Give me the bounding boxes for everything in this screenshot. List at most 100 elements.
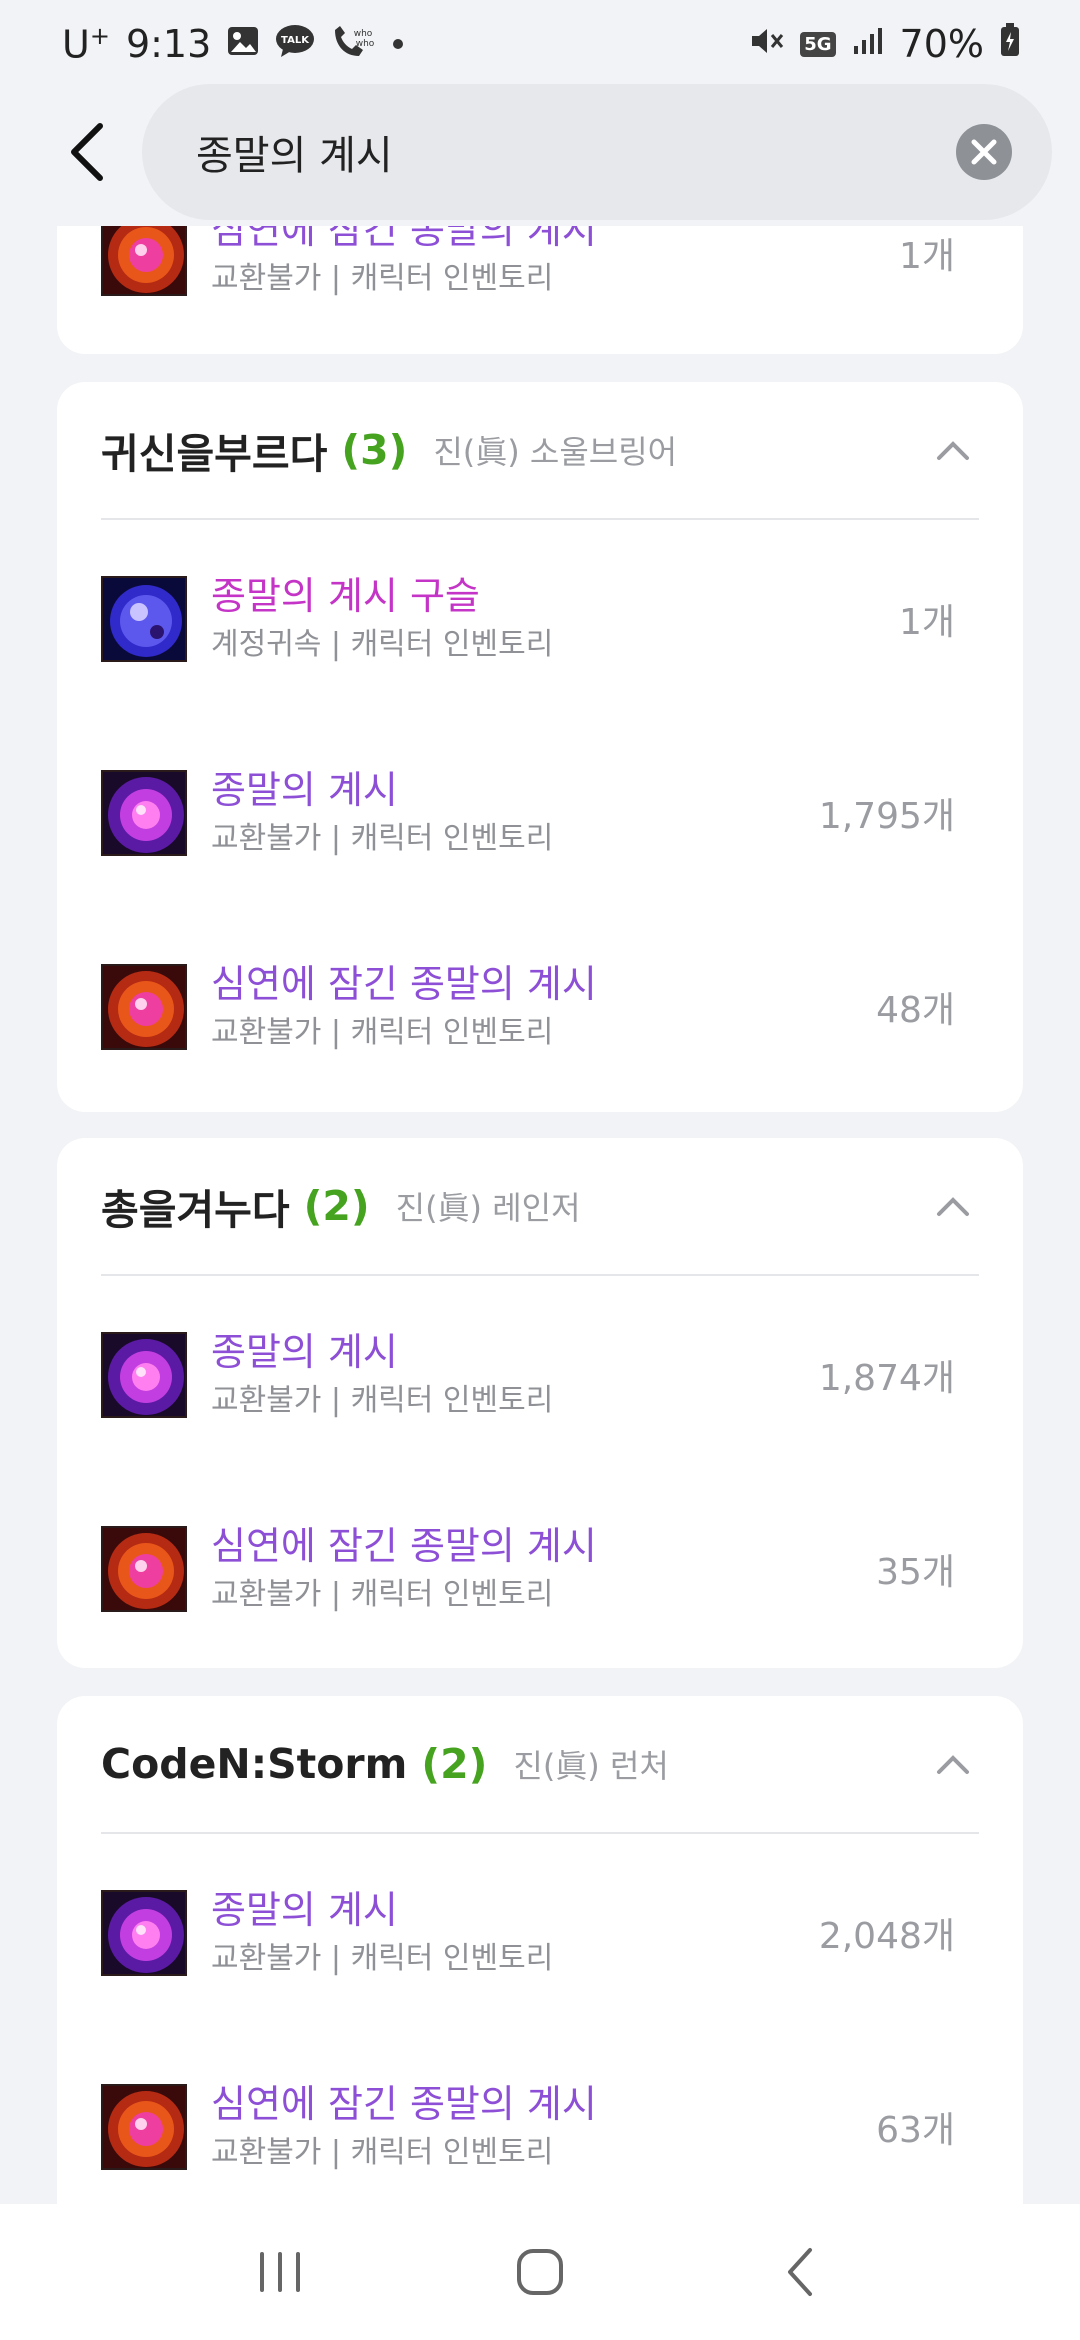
character-card: 심연에 잠긴 종말의 계시 교환불가 | 캐릭터 인벤토리 1개 (57, 226, 1023, 354)
list-item[interactable]: 심연에 잠긴 종말의 계시 교환불가 | 캐릭터 인벤토리 1개 (101, 226, 979, 350)
item-info: 심연에 잠긴 종말의 계시 교환불가 | 캐릭터 인벤토리 (211, 958, 597, 1056)
recent-apps-icon (260, 2252, 300, 2292)
more-notifications-dot (393, 39, 404, 49)
svg-text:who: who (356, 39, 375, 49)
search-input[interactable]: 종말의 계시 (196, 123, 393, 181)
item-meta: 교환불가 | 캐릭터 인벤토리 (211, 261, 554, 296)
item-name: 종말의 계시 (211, 1888, 398, 1932)
list-item[interactable]: 종말의 계시 교환불가 | 캐릭터 인벤토리 1,795개 (101, 716, 979, 910)
item-info: 심연에 잠긴 종말의 계시 교환불가 | 캐릭터 인벤토리 (211, 226, 597, 302)
list-item[interactable]: 심연에 잠긴 종말의 계시 교환불가 | 캐릭터 인벤토리 63개 (101, 2030, 979, 2204)
clock: 9:13 (125, 22, 212, 66)
carrier-label: U+ (62, 21, 110, 67)
chevron-left-icon (71, 123, 103, 181)
chevron-up-icon[interactable] (935, 1190, 971, 1220)
abyss-revelation-icon (101, 226, 187, 296)
list-item[interactable]: 종말의 계시 구슬 계정귀속 | 캐릭터 인벤토리 1개 (101, 522, 979, 716)
system-nav-bar (0, 2204, 1080, 2340)
list-item[interactable]: 종말의 계시 교환불가 | 캐릭터 인벤토리 1,874개 (101, 1278, 979, 1472)
item-quantity: 1개 (898, 602, 955, 643)
list-item[interactable]: 심연에 잠긴 종말의 계시 교환불가 | 캐릭터 인벤토리 35개 (101, 1472, 979, 1666)
item-quantity: 1,795개 (818, 796, 955, 837)
character-name: 귀신을부르다 (101, 430, 328, 478)
back-button[interactable] (56, 120, 116, 184)
chevron-up-icon[interactable] (935, 434, 971, 464)
item-meta: 교환불가 | 캐릭터 인벤토리 (211, 2135, 554, 2170)
character-class: 진(眞) 레인저 (395, 1189, 581, 1227)
revelation-icon (101, 1890, 187, 1976)
item-quantity: 2,048개 (818, 1916, 955, 1957)
home-button[interactable] (500, 2232, 580, 2312)
item-name: 종말의 계시 구슬 (211, 574, 480, 618)
page: U+ 9:13 TALK who who 5G 70% 종말의 계시 심연에 잠… (0, 0, 1080, 2340)
card-header[interactable]: 귀신을부르다 (3) 진(眞) 소울브링어 (101, 382, 979, 520)
item-meta: 교환불가 | 캐릭터 인벤토리 (211, 1383, 554, 1418)
item-name: 심연에 잠긴 종말의 계시 (211, 1524, 597, 1568)
abyss-revelation-icon (101, 1526, 187, 1612)
mute-icon (750, 25, 784, 63)
item-quantity: 48개 (876, 990, 955, 1031)
recent-apps-button[interactable] (240, 2232, 320, 2312)
svg-text:who: who (354, 29, 373, 39)
item-quantity: 35개 (876, 1552, 955, 1593)
item-meta: 교환불가 | 캐릭터 인벤토리 (211, 821, 554, 856)
item-meta: 교환불가 | 캐릭터 인벤토리 (211, 1577, 554, 1612)
abyss-revelation-icon (101, 2084, 187, 2170)
home-icon (517, 2249, 563, 2295)
item-name: 심연에 잠긴 종말의 계시 (211, 2082, 597, 2126)
clear-search-button[interactable] (956, 124, 1012, 180)
item-meta: 계정귀속 | 캐릭터 인벤토리 (211, 627, 554, 662)
character-class: 진(眞) 소울브링어 (433, 433, 678, 471)
character-name: 총을겨누다 (101, 1186, 290, 1234)
item-quantity: 63개 (876, 2110, 955, 2151)
character-class: 진(眞) 런처 (513, 1747, 669, 1785)
search-field[interactable]: 종말의 계시 (142, 84, 1052, 220)
results-list[interactable]: 심연에 잠긴 종말의 계시 교환불가 | 캐릭터 인벤토리 1개 귀신을부르다 … (0, 226, 1080, 2204)
list-item[interactable]: 심연에 잠긴 종말의 계시 교환불가 | 캐릭터 인벤토리 48개 (101, 910, 979, 1104)
item-info: 종말의 계시 교환불가 | 캐릭터 인벤토리 (211, 764, 553, 862)
battery-icon (1000, 21, 1020, 67)
status-bar: U+ 9:13 TALK who who 5G 70% (0, 0, 1080, 88)
item-count: (3) (341, 426, 408, 474)
item-info: 종말의 계시 구슬 계정귀속 | 캐릭터 인벤토리 (211, 570, 553, 668)
item-name: 심연에 잠긴 종말의 계시 (211, 226, 597, 252)
item-quantity: 1,874개 (818, 1358, 955, 1399)
item-count: (2) (421, 1740, 488, 1788)
card-header[interactable]: 총을겨누다 (2) 진(眞) 레인저 (101, 1138, 979, 1276)
chevron-left-icon (788, 2248, 812, 2296)
search-header: 종말의 계시 (0, 84, 1080, 220)
item-name: 심연에 잠긴 종말의 계시 (211, 962, 597, 1006)
character-card: CodeN:Storm (2) 진(眞) 런처 종말의 계시 교환불가 | 캐릭… (57, 1696, 1023, 2204)
signal-icon (852, 26, 884, 62)
item-info: 종말의 계시 교환불가 | 캐릭터 인벤토리 (211, 1326, 553, 1424)
revelation-icon (101, 1332, 187, 1418)
list-item[interactable]: 종말의 계시 교환불가 | 캐릭터 인벤토리 2,048개 (101, 1836, 979, 2030)
back-nav-button[interactable] (760, 2232, 840, 2312)
item-count: (2) (303, 1182, 370, 1230)
gallery-notification-icon (227, 26, 259, 62)
abyss-revelation-icon (101, 964, 187, 1050)
revelation-icon (101, 770, 187, 856)
item-info: 심연에 잠긴 종말의 계시 교환불가 | 캐릭터 인벤토리 (211, 1520, 597, 1618)
battery-percent: 70% (899, 22, 984, 66)
item-meta: 교환불가 | 캐릭터 인벤토리 (211, 1941, 554, 1976)
network-badge: 5G (800, 31, 836, 57)
item-name: 종말의 계시 (211, 768, 398, 812)
whowho-notification-icon: who who (331, 24, 377, 64)
item-info: 종말의 계시 교환불가 | 캐릭터 인벤토리 (211, 1884, 553, 1982)
status-left: U+ 9:13 TALK who who (62, 21, 404, 67)
item-info: 심연에 잠긴 종말의 계시 교환불가 | 캐릭터 인벤토리 (211, 2078, 597, 2176)
character-card: 총을겨누다 (2) 진(眞) 레인저 종말의 계시 교환불가 | 캐릭터 인벤토… (57, 1138, 1023, 1668)
character-card: 귀신을부르다 (3) 진(眞) 소울브링어 종말의 계시 구슬 계정귀속 | 캐… (57, 382, 1023, 1112)
chevron-up-icon[interactable] (935, 1748, 971, 1778)
talk-notification-icon: TALK (275, 24, 315, 64)
revelation-orb-icon (101, 576, 187, 662)
close-icon (971, 139, 997, 165)
card-header[interactable]: CodeN:Storm (2) 진(眞) 런처 (101, 1696, 979, 1834)
character-name: CodeN:Storm (101, 1740, 408, 1788)
item-quantity: 1개 (898, 236, 955, 277)
item-meta: 교환불가 | 캐릭터 인벤토리 (211, 1015, 554, 1050)
item-name: 종말의 계시 (211, 1330, 398, 1374)
status-right: 5G 70% (750, 21, 1020, 67)
svg-text:TALK: TALK (281, 35, 310, 46)
